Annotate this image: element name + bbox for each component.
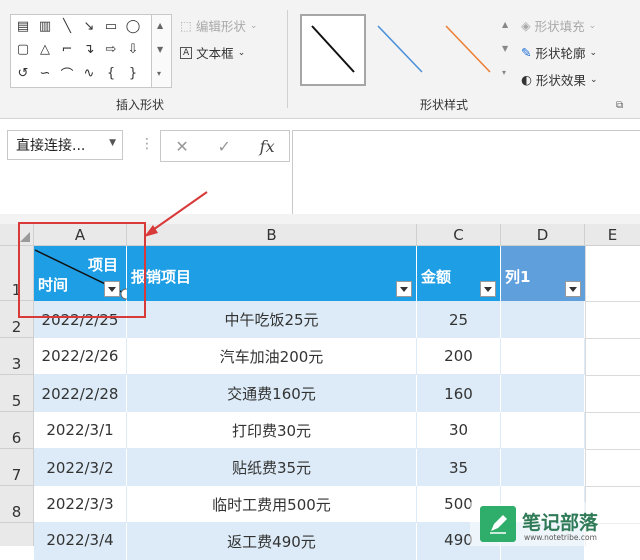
watermark-title: 笔记部落 [522,512,599,534]
watermark-logo [480,506,516,542]
watermark: 笔记部落 www.notetribe.com [470,502,640,546]
pen-logo-icon [490,515,507,534]
watermark-url: www.notetribe.com [524,533,597,542]
callout-arrow [144,191,208,237]
